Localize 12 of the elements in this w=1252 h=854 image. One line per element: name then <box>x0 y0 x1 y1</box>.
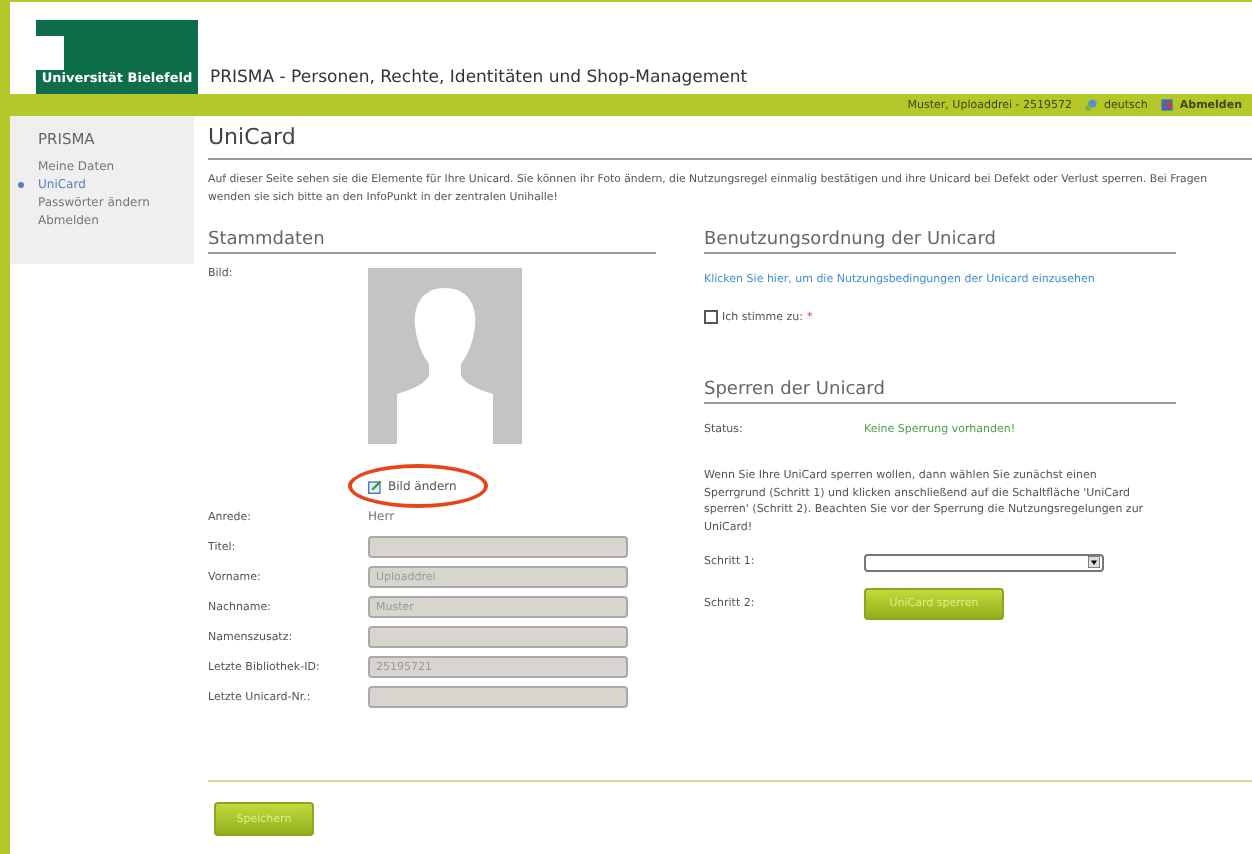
section-heading: Stammdaten <box>208 230 656 254</box>
agree-checkbox[interactable] <box>704 310 718 324</box>
section-heading: Benutzungsordnung der Unicard <box>704 230 1176 254</box>
dropdown-arrow-icon <box>1088 556 1100 568</box>
reason-dropdown[interactable] <box>864 553 1104 571</box>
globe-icon <box>1083 98 1098 112</box>
edit-icon <box>368 479 382 493</box>
highlight-circle <box>348 464 488 508</box>
logout-icon <box>1159 98 1174 112</box>
section-heading: Sperren der Unicard <box>704 380 1176 404</box>
app-title: PRISMA - Personen, Rechte, Identitäten und Shop-Management <box>210 68 748 92</box>
page-title: UniCard <box>208 116 1252 160</box>
